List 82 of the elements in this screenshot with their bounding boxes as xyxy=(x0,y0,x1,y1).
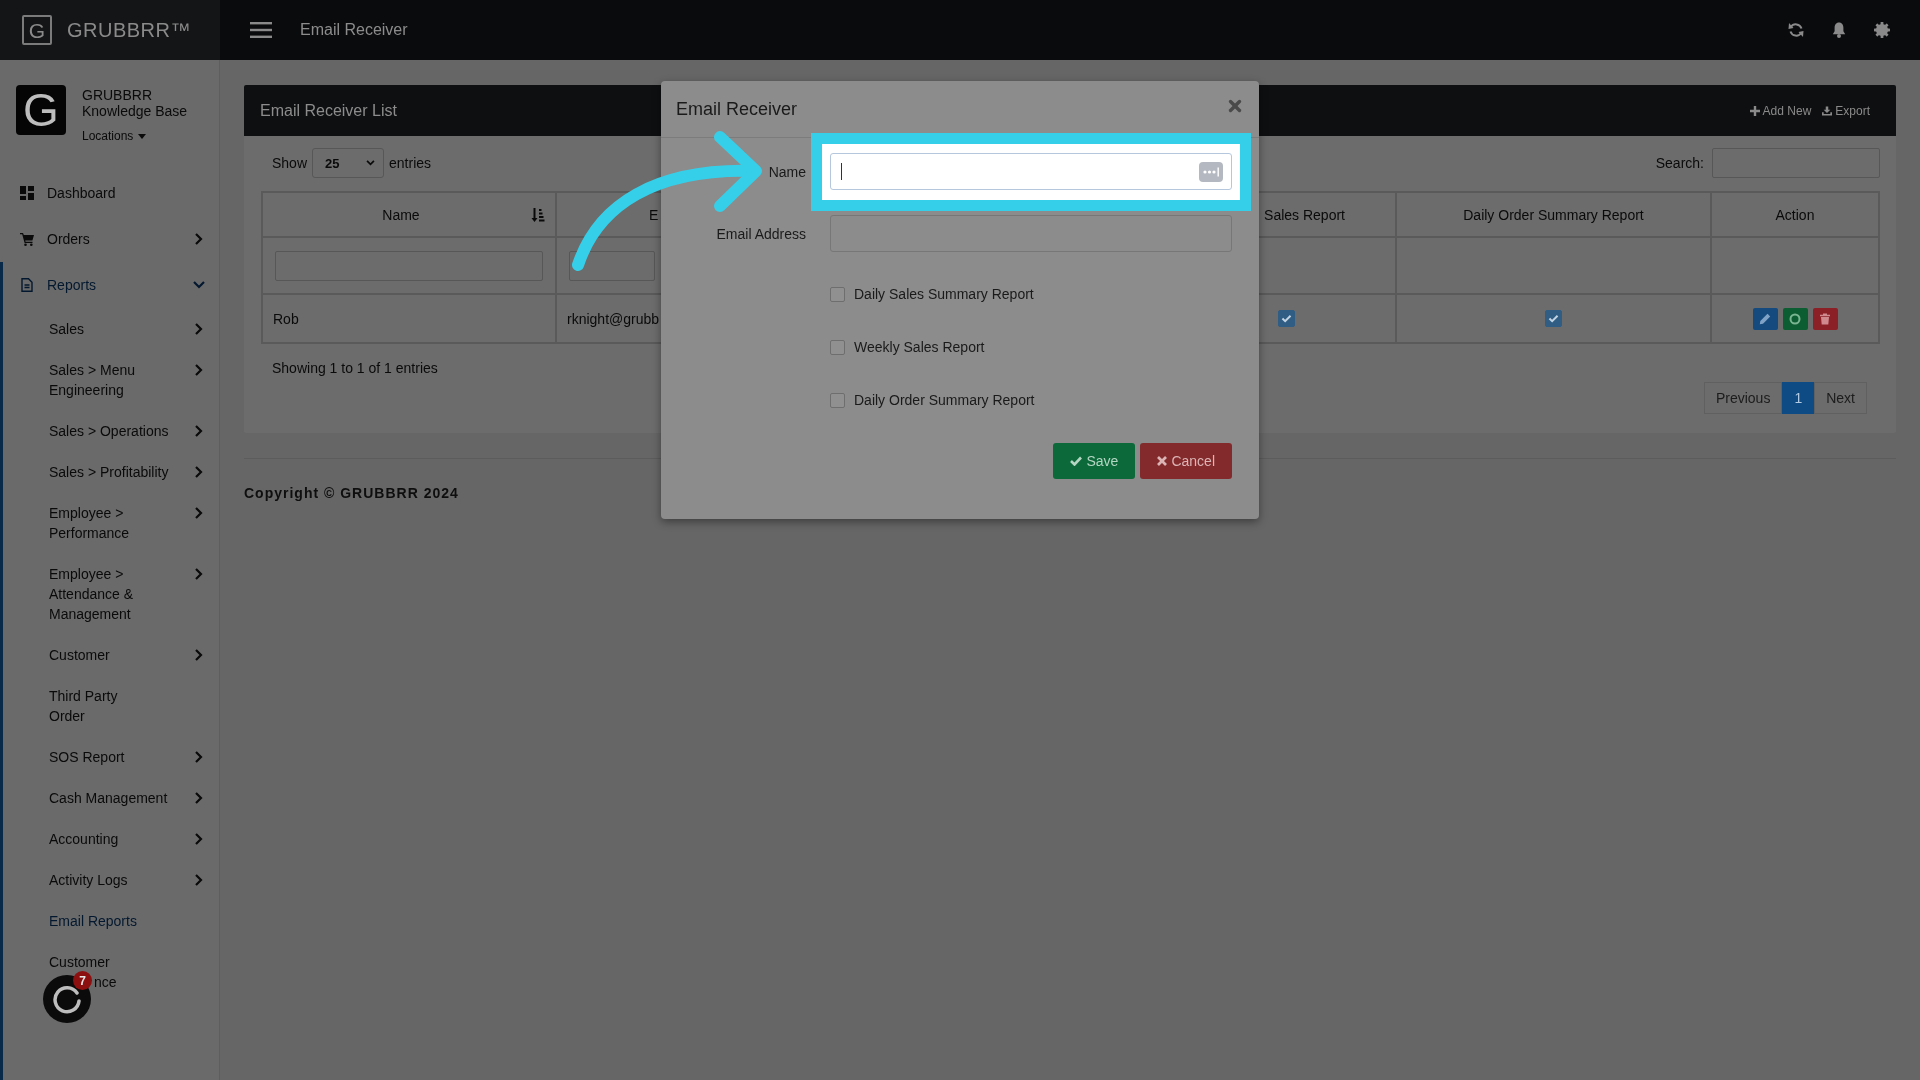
plus-icon xyxy=(1749,105,1760,116)
copyright-text: Copyright © GRUBBRR 2024 xyxy=(244,484,459,503)
sidebar-item[interactable]: Employee > Attendance & Management xyxy=(0,553,219,634)
cart-icon xyxy=(20,232,34,246)
table-cell: Rob xyxy=(273,310,299,327)
bell-icon[interactable] xyxy=(1831,22,1847,38)
ring-icon xyxy=(1789,312,1801,325)
table-info: Showing 1 to 1 of 1 entries xyxy=(271,359,438,378)
column-header: E xyxy=(649,206,659,223)
password-dots-icon[interactable] xyxy=(1199,161,1223,182)
pencil-icon xyxy=(1759,312,1771,325)
brand-name: GRUBBRR™ xyxy=(67,18,191,42)
column-header: Action xyxy=(1775,206,1815,223)
checkbox[interactable] xyxy=(830,392,845,408)
checkbox[interactable] xyxy=(830,286,845,302)
entries-select[interactable]: 25 xyxy=(312,148,385,178)
menu-icon[interactable] xyxy=(250,22,272,38)
card-title: Email Receiver List xyxy=(260,101,397,120)
label-fragment: nce xyxy=(94,972,117,992)
tick-icon xyxy=(1280,314,1292,323)
table-cell: rknight@grubb xyxy=(567,310,660,327)
sidebar-item[interactable]: Accounting xyxy=(0,818,219,859)
close-icon[interactable] xyxy=(1228,99,1242,113)
x-icon xyxy=(1157,456,1168,466)
document-icon xyxy=(20,278,34,292)
locations-dropdown[interactable]: Locations xyxy=(82,129,147,143)
trash-icon xyxy=(1819,312,1831,325)
checkbox-label: Daily Order Summary Report xyxy=(854,392,1035,408)
show-label: Show xyxy=(272,155,308,171)
company-logo: G xyxy=(16,85,66,135)
company-name: GRUBBRR xyxy=(82,87,152,103)
entries-label: entries xyxy=(389,155,432,171)
checkbox[interactable] xyxy=(830,339,845,355)
add-new-link[interactable]: Add New xyxy=(1749,103,1812,118)
sidebar-item[interactable]: Email Reports xyxy=(0,900,219,941)
field-label: Name xyxy=(767,163,806,180)
column-header: Sales Report xyxy=(1264,206,1345,223)
sidebar-item[interactable]: Sales > Operations xyxy=(0,410,219,451)
pagination-button[interactable]: 1 xyxy=(1782,382,1815,414)
export-link[interactable]: Export xyxy=(1822,103,1870,118)
refresh-icon[interactable] xyxy=(1788,22,1804,38)
cancel-button[interactable]: Cancel xyxy=(1140,443,1232,479)
filter-field[interactable] xyxy=(569,250,655,281)
search-label: Search: xyxy=(1655,155,1704,171)
sidebar-item[interactable]: Sales > Profitability xyxy=(0,451,219,492)
tick-icon xyxy=(1548,314,1559,323)
checkbox[interactable] xyxy=(1545,310,1562,327)
sidebar-item[interactable]: Dashboard xyxy=(0,170,219,216)
ring-icon xyxy=(52,984,82,1014)
checkbox-label: Daily Sales Summary Report xyxy=(854,286,1034,302)
field-label: Email Address xyxy=(715,225,806,242)
checkbox-label: Weekly Sales Report xyxy=(854,339,985,355)
sidebar-item[interactable]: SOS Report xyxy=(0,736,219,777)
sidebar-item[interactable]: Customer xyxy=(0,941,219,972)
modal-title: Email Receiver xyxy=(676,98,798,120)
chevron-down-icon xyxy=(366,160,376,166)
text-field[interactable] xyxy=(830,153,1232,190)
sidebar-item[interactable]: Sales > Menu Engineering xyxy=(0,349,219,410)
save-button[interactable]: Save xyxy=(1053,443,1136,479)
column-header: Daily Order Summary Report xyxy=(1463,206,1644,223)
sidebar-item[interactable]: Reports xyxy=(0,262,219,308)
sidebar-item[interactable]: Customer xyxy=(0,634,219,675)
sidebar-item[interactable]: Employee > Performance xyxy=(0,492,219,553)
sort-icon[interactable] xyxy=(531,207,545,222)
checkbox[interactable] xyxy=(1277,310,1295,327)
caret-icon xyxy=(138,133,147,139)
edit-button[interactable] xyxy=(1752,307,1778,330)
company-subtitle: Knowledge Base xyxy=(82,103,188,119)
sidebar-item[interactable]: Cash Management xyxy=(0,777,219,818)
page-title: Email Receiver xyxy=(300,21,408,39)
delete-button[interactable] xyxy=(1812,307,1838,330)
sidebar-item[interactable]: Activity Logs xyxy=(0,859,219,900)
sidebar-item[interactable]: Sales xyxy=(0,308,219,349)
settings-icon[interactable] xyxy=(1874,22,1890,38)
download-icon xyxy=(1822,105,1833,116)
sidebar-item[interactable]: Orders xyxy=(0,216,219,262)
column-header[interactable]: Name xyxy=(271,206,531,223)
logo-mark: G xyxy=(22,15,52,45)
dashboard-icon xyxy=(20,186,34,200)
check-icon xyxy=(1070,456,1083,466)
sidebar-item[interactable]: Third Party Order xyxy=(0,675,219,736)
status-button[interactable] xyxy=(1782,307,1808,330)
